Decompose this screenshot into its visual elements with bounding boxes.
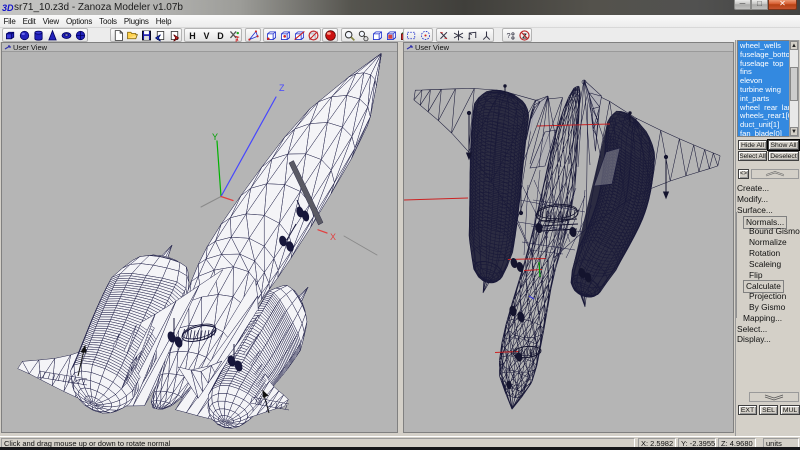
svg-text:Z: Z (279, 83, 285, 93)
svg-text:D: D (217, 30, 224, 40)
svg-text:Y: Y (212, 132, 218, 142)
svg-text:?: ? (506, 30, 510, 39)
svg-text:V: V (203, 30, 209, 40)
svg-text:H: H (189, 30, 195, 40)
svg-text:X: X (330, 232, 336, 242)
